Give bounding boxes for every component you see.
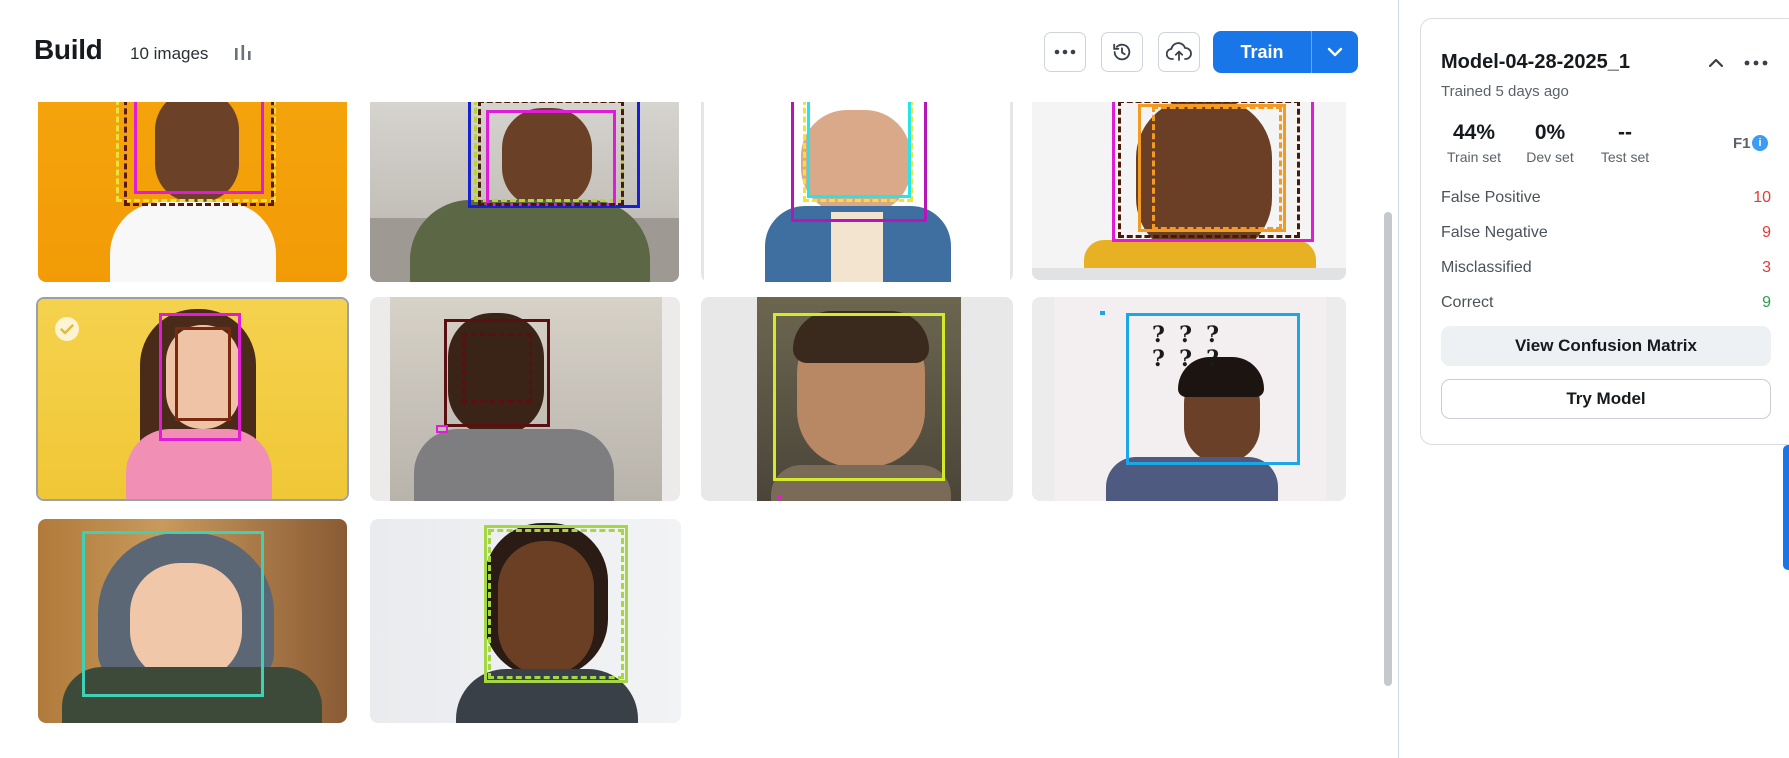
history-icon <box>1113 43 1131 61</box>
train-button[interactable]: Train <box>1213 31 1311 73</box>
metric-value: 44% <box>1452 121 1496 144</box>
metric-dev-set: 0% Dev set <box>1521 121 1579 165</box>
page-title: Build <box>34 34 103 65</box>
bounding-box <box>82 531 264 697</box>
stat-label: False Positive <box>1441 189 1541 206</box>
bounding-box <box>478 102 624 206</box>
stat-value: 9 <box>1762 294 1771 311</box>
stat-false-negative: False Negative 9 <box>1441 224 1771 248</box>
info-icon[interactable]: i <box>1752 135 1768 151</box>
bounding-box <box>124 102 274 206</box>
image-card[interactable] <box>370 297 680 501</box>
subject-figure <box>110 202 276 282</box>
subject-figure <box>1084 240 1316 268</box>
f1-label: F1 <box>1733 135 1751 152</box>
subject-figure <box>1032 268 1346 280</box>
bounding-box <box>807 102 911 198</box>
metric-train-set: 44% Train set <box>1441 121 1507 165</box>
stat-label: Correct <box>1441 294 1494 311</box>
stat-value: 9 <box>1762 224 1771 241</box>
trained-timestamp: Trained 5 days ago <box>1441 83 1569 100</box>
metric-label: Dev set <box>1526 149 1574 165</box>
bounding-box <box>1126 313 1300 465</box>
image-card[interactable] <box>370 519 681 723</box>
subject-figure <box>410 200 650 282</box>
bounding-box <box>1152 106 1282 230</box>
try-model-button[interactable]: Try Model <box>1441 379 1771 419</box>
image-card-selected[interactable] <box>36 297 349 501</box>
side-drawer-tab[interactable] <box>1783 445 1789 570</box>
build-view: Build 10 images Train ? ? ? ? ? ? <box>0 0 1398 758</box>
train-dropdown-button[interactable] <box>1312 31 1358 73</box>
bounding-box <box>175 327 231 421</box>
metric-value: -- <box>1618 121 1632 144</box>
bounding-box <box>436 425 448 433</box>
stat-label: Misclassified <box>1441 259 1532 276</box>
model-name: Model-04-28-2025_1 <box>1441 51 1630 73</box>
bounding-box <box>773 313 945 481</box>
chevron-down-icon <box>1327 47 1343 57</box>
bounding-box <box>488 529 624 679</box>
stat-value: 10 <box>1753 189 1771 206</box>
stat-value: 3 <box>1762 259 1771 276</box>
train-split-button: Train <box>1213 31 1358 73</box>
bounding-box <box>777 495 782 500</box>
image-card[interactable] <box>38 102 347 282</box>
image-count: 10 images <box>130 44 209 63</box>
more-options-button[interactable] <box>1044 32 1086 72</box>
build-header: Build 10 images Train <box>0 0 1398 102</box>
image-card[interactable] <box>38 519 347 723</box>
model-panel: Model-04-28-2025_1 Trained 5 days ago 44… <box>1420 18 1789 445</box>
app-root: Build 10 images Train ? ? ? ? ? ? Model-… <box>0 0 1789 758</box>
image-card[interactable] <box>1032 102 1346 280</box>
view-confusion-matrix-button[interactable]: View Confusion Matrix <box>1441 326 1771 366</box>
scrollbar-thumb[interactable] <box>1384 212 1392 686</box>
more-horizontal-icon <box>1054 49 1076 55</box>
metric-test-set: -- Test set <box>1591 121 1659 165</box>
check-circle-icon[interactable] <box>55 317 79 341</box>
stat-misclassified: Misclassified 3 <box>1441 259 1771 283</box>
history-button[interactable] <box>1101 32 1143 72</box>
bar-chart-icon[interactable] <box>231 41 255 65</box>
image-grid: ? ? ?? ? ? <box>0 102 1385 758</box>
upload-button[interactable] <box>1158 32 1200 72</box>
stat-correct: Correct 9 <box>1441 294 1771 318</box>
stat-label: False Negative <box>1441 224 1548 241</box>
image-card[interactable] <box>701 297 1013 501</box>
subject-figure <box>414 429 614 501</box>
image-card[interactable] <box>370 102 679 282</box>
image-card[interactable]: ? ? ?? ? ? <box>1032 297 1346 501</box>
subject-figure <box>831 212 883 282</box>
image-card[interactable] <box>701 102 1013 282</box>
metric-label: Train set <box>1447 149 1501 165</box>
bounding-box <box>1100 311 1105 315</box>
more-horizontal-icon[interactable] <box>1743 52 1769 74</box>
metric-value: 0% <box>1534 121 1566 144</box>
panel-divider <box>1398 0 1399 758</box>
cloud-upload-icon <box>1166 42 1192 61</box>
bounding-box <box>462 333 532 403</box>
metric-label: Test set <box>1600 149 1650 165</box>
chevron-up-icon[interactable] <box>1705 52 1727 74</box>
stat-false-positive: False Positive 10 <box>1441 189 1771 213</box>
